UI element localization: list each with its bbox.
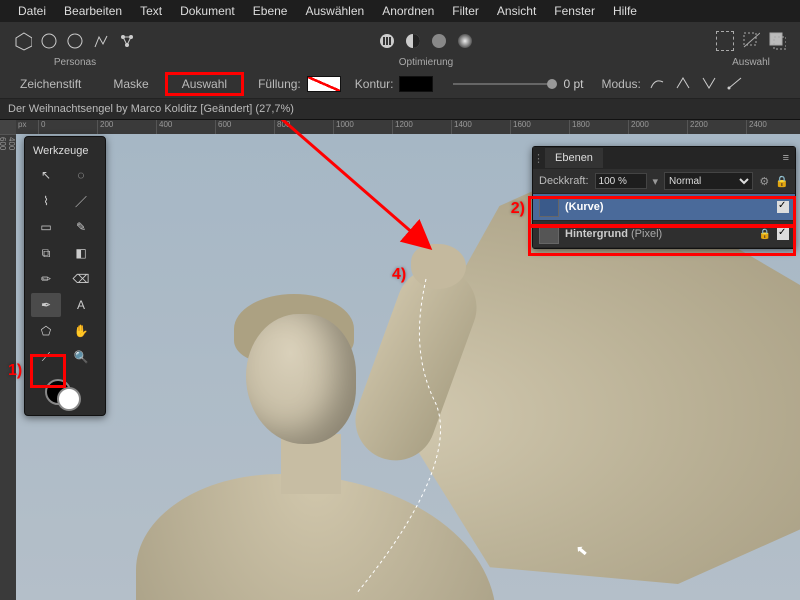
stroke-swatch[interactable] [399,76,433,92]
blend-mode-select[interactable]: Normal [664,172,753,190]
levels-icon[interactable] [378,32,396,50]
persona-export-icon[interactable] [118,32,136,50]
persona-liquify-icon[interactable] [40,32,58,50]
ruler-unit: px [16,120,39,134]
tools-panel: Werkzeuge ↖◌⌇／▭✎⧉◧✏⌫✒A⬠✋⟋🔍 [24,136,106,416]
layer-thumb [539,197,559,217]
layer-row[interactable]: (Kurve) [533,194,795,221]
annotation-label-1: 1) [8,362,22,380]
layer-thumb [539,224,559,244]
menu-anordnen[interactable]: Anordnen [382,4,434,18]
annotation-label-4: 4) [392,266,406,284]
ruler-tool[interactable]: ⟋ [31,345,61,369]
stroke-label: Kontur: [355,77,394,91]
mode-polygon-icon[interactable] [701,76,717,93]
sphere-2-icon[interactable] [456,32,474,50]
mode-pen-icon[interactable] [649,76,665,93]
workspace: px 0200400600800100012001400160018002000… [0,120,800,600]
pencil-tool[interactable]: ✏ [31,267,61,291]
horizontal-ruler: px 0200400600800100012001400160018002000… [16,120,800,135]
sphere-1-icon[interactable] [430,32,448,50]
crop-tool[interactable]: ⧉ [31,241,61,265]
rect-tool[interactable]: ▭ [31,215,61,239]
panel-grip-icon[interactable]: ⋮⋮ [533,152,545,165]
document-tab-bar: Der Weihnachtsengel by Marco Kolditz [Ge… [0,99,800,120]
persona-tone-icon[interactable] [92,32,110,50]
visibility-checkbox[interactable] [777,201,789,213]
personas-group-label: Personas [54,57,96,68]
text-tool[interactable]: A [66,293,96,317]
lock-icon[interactable]: 🔒 [775,175,789,188]
tab-ebenen[interactable]: Ebenen [545,148,603,168]
menu-datei[interactable]: Datei [18,4,46,18]
menu-ebene[interactable]: Ebene [253,4,288,18]
layer-row[interactable]: Hintergrund (Pixel) 🔒 [533,221,795,248]
menu-dokument[interactable]: Dokument [180,4,235,18]
opacity-input[interactable] [595,173,647,189]
mode-smart-icon[interactable] [675,76,691,93]
picker-tool[interactable]: ✎ [66,215,96,239]
lock-icon[interactable]: 🔒 [759,229,771,240]
panel-menu-icon[interactable]: ≡ [777,152,795,164]
auswahl-group-label: Auswahl [732,57,770,68]
lasso-tool[interactable]: ⌇ [31,189,61,213]
tool-label-zeichenstift: Zeichenstift [4,73,97,95]
persona-photo-icon[interactable] [14,32,32,50]
stroke-width-slider[interactable] [453,83,553,85]
node-tool[interactable]: ◌ [66,163,96,187]
tab-auswahl[interactable]: Auswahl [165,72,244,96]
stroke-width-readout: 0 pt [563,77,583,91]
annotation-label-2: 2) [511,200,525,218]
layers-panel: ⋮⋮ Ebenen ≡ Deckkraft: ▾ Normal ⚙ 🔒 (Kur… [532,146,796,249]
layer-name: (Kurve) [565,201,771,213]
document-title[interactable]: Der Weihnachtsengel by Marco Kolditz [Ge… [8,103,294,115]
tools-panel-title: Werkzeuge [25,141,105,161]
layer-name: Hintergrund (Pixel) [565,228,753,240]
menu-ansicht[interactable]: Ansicht [497,4,536,18]
selection-intersect-icon[interactable] [768,32,786,50]
color-wells[interactable] [25,379,105,407]
hand-tool[interactable]: ✋ [66,319,96,343]
zoom-tool[interactable]: 🔍 [66,345,96,369]
brush-tool[interactable]: ／ [66,189,96,213]
menu-bearbeiten[interactable]: Bearbeiten [64,4,122,18]
pen-tool[interactable]: ✒ [31,293,61,317]
tab-maske[interactable]: Maske [97,73,164,95]
visibility-checkbox[interactable] [777,228,789,240]
mode-line-icon[interactable] [727,76,743,93]
gradient-tool[interactable]: ◧ [66,241,96,265]
main-toolbar: Personas Optimierung Auswahl [0,22,800,70]
optimierung-group-label: Optimierung [399,57,453,68]
selection-new-icon[interactable] [716,32,734,50]
context-toolbar: Zeichenstift Maske Auswahl Füllung: Kont… [0,70,800,99]
menu-auswaehlen[interactable]: Auswählen [305,4,364,18]
shape-tool[interactable]: ⬠ [31,319,61,343]
background-color[interactable] [57,387,81,411]
menu-fenster[interactable]: Fenster [554,4,595,18]
mouse-cursor-icon: ⬉ [575,542,588,560]
opacity-dropdown-icon[interactable]: ▾ [653,175,659,188]
contrast-icon[interactable] [404,32,422,50]
selection-subtract-icon[interactable] [742,32,760,50]
move-tool[interactable]: ↖ [31,163,61,187]
fill-label: Füllung: [258,77,301,91]
mode-label: Modus: [601,77,640,91]
persona-develop-icon[interactable] [66,32,84,50]
menu-filter[interactable]: Filter [452,4,479,18]
eraser-tool[interactable]: ⌫ [66,267,96,291]
opacity-label: Deckkraft: [539,175,589,187]
menu-hilfe[interactable]: Hilfe [613,4,637,18]
menu-text[interactable]: Text [140,4,162,18]
main-menu-bar: Datei Bearbeiten Text Dokument Ebene Aus… [0,0,800,22]
fill-swatch[interactable] [307,76,341,92]
gear-icon[interactable]: ⚙ [759,175,769,188]
